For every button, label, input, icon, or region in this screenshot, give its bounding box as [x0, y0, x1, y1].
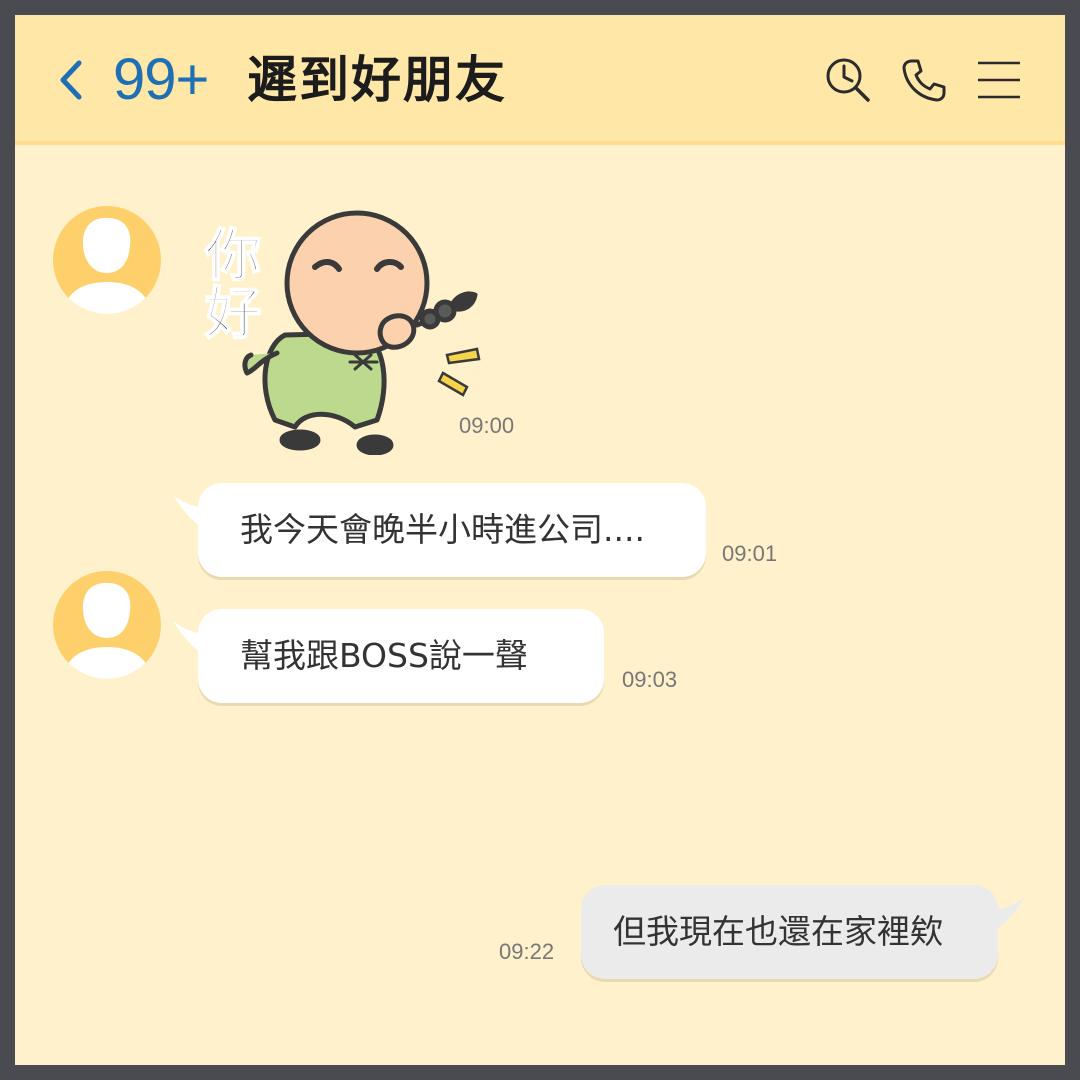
greeting-sticker[interactable]: 你 好	[185, 205, 485, 455]
bubble-tail	[985, 897, 1025, 933]
phone-icon[interactable]	[899, 55, 949, 105]
chevron-left-icon[interactable]	[55, 57, 85, 103]
message-text: 但我現在也還在家裡欸	[613, 912, 943, 951]
menu-icon[interactable]	[975, 55, 1025, 105]
message-time: 09:22	[499, 939, 555, 964]
sticker-text: 好	[204, 282, 261, 347]
chat-title: 遲到好朋友	[247, 51, 507, 109]
message-time: 09:00	[459, 413, 515, 438]
unread-count[interactable]: 99+	[113, 47, 209, 113]
message-bubble-incoming[interactable]: 幫我跟BOSS說一聲	[198, 609, 604, 703]
message-bubble-incoming[interactable]: 我今天會晚半小時進公司....	[198, 483, 706, 577]
contact-avatar[interactable]	[52, 205, 162, 315]
chat-header: 99+ 遲到好朋友	[15, 15, 1065, 145]
chat-window: 99+ 遲到好朋友 你 好 09:00 我今天會晚半小時進公司.... 09:0…	[15, 15, 1065, 1065]
search-history-icon[interactable]	[823, 55, 873, 105]
message-time: 09:03	[622, 667, 678, 692]
message-bubble-outgoing[interactable]: 但我現在也還在家裡欸	[581, 885, 998, 979]
message-text: 幫我跟BOSS說一聲	[240, 636, 528, 675]
sticker-text: 你	[204, 224, 261, 289]
message-time: 09:01	[722, 541, 778, 566]
message-text: 我今天會晚半小時進公司....	[240, 510, 645, 549]
contact-avatar[interactable]	[52, 570, 162, 680]
